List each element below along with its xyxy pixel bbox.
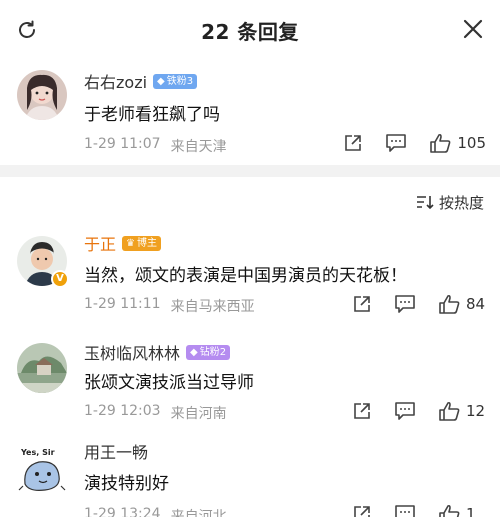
comment-time: 1-29 11:07	[84, 136, 161, 152]
comment-meta: 1-29 13:24 来自河北	[84, 506, 227, 517]
comment-location: 来自天津	[170, 139, 227, 155]
fan-badge-label: 铁粉3	[166, 75, 194, 87]
avatar[interactable]	[17, 343, 67, 393]
comment-meta: 1-29 11:11 来自马来西亚	[84, 296, 255, 316]
comment-icon	[395, 505, 415, 517]
share-icon	[354, 403, 370, 419]
close-icon[interactable]	[462, 18, 484, 40]
share-button[interactable]	[352, 401, 372, 421]
user-row: 用王一畅	[84, 440, 148, 462]
like-button[interactable]: 105	[429, 133, 486, 153]
comment-actions: 105	[343, 133, 486, 153]
share-icon	[354, 296, 370, 312]
comment-button[interactable]	[394, 504, 416, 517]
like-button[interactable]: 84	[438, 294, 486, 314]
comment-meta: 1-29 12:03 来自河南	[84, 403, 227, 423]
comment-icon	[395, 402, 415, 420]
comment-text: 当然，颂文的表演是中国男演员的天花板！	[84, 266, 407, 286]
fan-badge: ◆ 钻粉2	[186, 344, 231, 360]
user-row: 玉树临风林林 ◆ 钻粉2	[84, 340, 231, 364]
like-button[interactable]: 1	[438, 504, 486, 517]
page-title: 22 条回复	[201, 20, 299, 44]
sort-icon	[416, 196, 434, 210]
fan-badge: ◆ 铁粉3	[153, 73, 198, 89]
reply-header: 22 条回复	[0, 0, 500, 58]
like-button[interactable]: 12	[438, 401, 486, 421]
like-count: 12	[466, 402, 486, 420]
comment-time: 1-29 12:03	[84, 403, 161, 419]
author-badge-label: 博主	[136, 237, 157, 249]
comment-location: 来自河南	[170, 406, 227, 422]
verified-badge-icon: V	[51, 270, 69, 288]
avatar[interactable]	[17, 70, 67, 120]
like-count: 1	[466, 505, 476, 517]
comment-button[interactable]	[385, 133, 407, 153]
avatar-caption: Yes, Sir	[20, 448, 55, 457]
sort-by-hot-button[interactable]: 按热度	[416, 191, 484, 213]
share-icon	[345, 135, 362, 151]
comment-time: 1-29 11:11	[84, 296, 161, 312]
fan-badge-label: 钻粉2	[199, 346, 227, 358]
author-badge: ♛ 博主	[122, 235, 161, 251]
thumbs-up-icon	[439, 401, 460, 421]
comment-location: 来自河北	[170, 509, 227, 517]
share-button[interactable]	[352, 294, 372, 314]
thumbs-up-icon	[439, 504, 460, 517]
comment-actions: 12	[352, 401, 486, 421]
avatar[interactable]: Yes, Sir	[17, 444, 67, 494]
user-row: 右右zozi ◆ 铁粉3	[84, 69, 198, 93]
thumbs-up-icon	[439, 294, 460, 314]
diamond-icon: ◆	[157, 75, 165, 87]
like-count: 105	[457, 134, 486, 152]
username[interactable]: 右右zozi	[84, 69, 147, 93]
comment-icon	[386, 134, 407, 152]
section-divider	[0, 165, 500, 177]
like-count: 84	[466, 295, 486, 313]
sort-label: 按热度	[438, 193, 484, 212]
comment-actions: 1	[352, 504, 486, 517]
comment-text: 演技特别好	[84, 474, 169, 494]
comment-time: 1-29 13:24	[84, 506, 161, 517]
comment-button[interactable]	[394, 401, 416, 421]
comment-text: 于老师看狂飙了吗	[84, 105, 220, 125]
share-icon	[354, 506, 370, 517]
crown-icon: ♛	[126, 237, 135, 249]
comment-button[interactable]	[394, 294, 416, 314]
username[interactable]: 玉树临风林林	[84, 340, 180, 364]
share-button[interactable]	[343, 133, 363, 153]
comment-actions: 84	[352, 294, 486, 314]
username[interactable]: 于正	[84, 231, 116, 255]
share-button[interactable]	[352, 504, 372, 517]
username[interactable]: 用王一畅	[84, 439, 148, 463]
root-comment: 右右zozi ◆ 铁粉3 于老师看狂飙了吗 1-29 11:07 来自天津 105	[0, 58, 500, 165]
diamond-icon: ◆	[190, 346, 198, 358]
comment-icon	[395, 295, 415, 313]
comment-meta: 1-29 11:07 来自天津	[84, 136, 227, 156]
comment-location: 来自马来西亚	[170, 299, 255, 315]
comment-text: 张颂文演技派当过导师	[84, 373, 254, 393]
thumbs-up-icon	[430, 133, 451, 153]
user-row: 于正 ♛ 博主	[84, 232, 161, 254]
